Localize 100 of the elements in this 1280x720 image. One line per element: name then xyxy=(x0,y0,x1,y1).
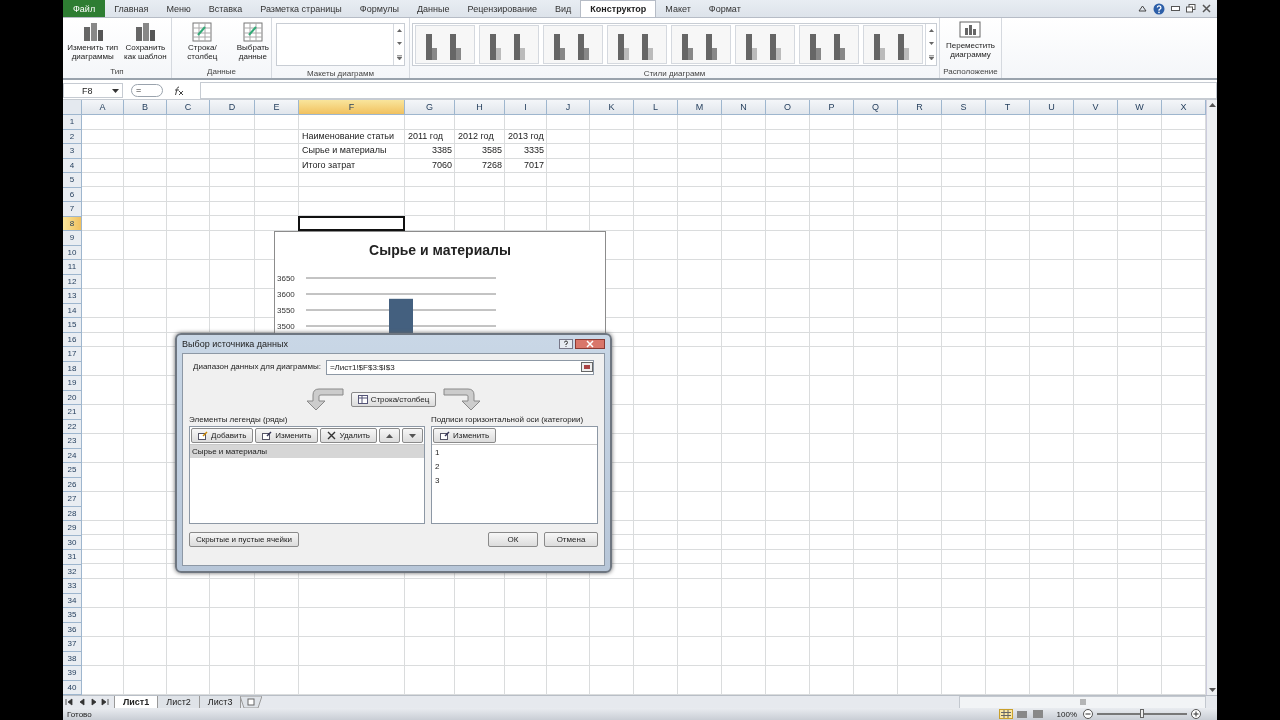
sheet-tab[interactable]: Лист1 xyxy=(114,695,159,709)
formula-input[interactable] xyxy=(200,82,1217,99)
chart-style-thumbnail[interactable] xyxy=(543,25,603,64)
row-header[interactable]: 5 xyxy=(63,173,82,188)
column-header[interactable]: B xyxy=(124,100,167,115)
column-header[interactable]: E xyxy=(255,100,299,115)
row-header[interactable]: 23 xyxy=(63,434,82,449)
column-header[interactable]: H xyxy=(455,100,505,115)
horizontal-scrollbar[interactable] xyxy=(959,695,1206,709)
ribbon-button[interactable]: Выбрать данные xyxy=(234,20,271,62)
scroll-up-icon[interactable] xyxy=(1208,103,1216,107)
row-header[interactable]: 7 xyxy=(63,202,82,217)
ribbon-tab[interactable]: Конструктор xyxy=(580,0,657,17)
ribbon-tab[interactable]: Меню xyxy=(157,0,200,17)
column-header[interactable]: C xyxy=(167,100,210,115)
ok-button[interactable]: ОК xyxy=(488,532,538,547)
category-item[interactable]: 2 xyxy=(432,459,597,473)
row-header[interactable]: 17 xyxy=(63,347,82,362)
row-header[interactable]: 39 xyxy=(63,666,82,681)
collapse-dialog-icon[interactable] xyxy=(581,362,593,372)
row-header[interactable]: 29 xyxy=(63,521,82,536)
ribbon-tab[interactable]: Рецензирование xyxy=(458,0,547,17)
row-header[interactable]: 35 xyxy=(63,608,82,623)
column-header[interactable]: M xyxy=(678,100,722,115)
column-header[interactable]: I xyxy=(505,100,547,115)
column-header[interactable]: X xyxy=(1162,100,1206,115)
ribbon-tab[interactable]: Макет xyxy=(656,0,700,17)
category-item[interactable]: 1 xyxy=(432,445,597,459)
legend-item[interactable]: Сырье и материалы xyxy=(190,445,424,458)
chart-style-thumbnail[interactable] xyxy=(735,25,795,64)
row-header[interactable]: 33 xyxy=(63,579,82,594)
chart-style-thumbnail[interactable] xyxy=(479,25,539,64)
function-icon[interactable] xyxy=(173,85,184,96)
more-icon[interactable] xyxy=(396,55,402,60)
scroll-down-icon[interactable] xyxy=(928,42,934,45)
sheet-tab[interactable]: Лист2 xyxy=(157,695,200,709)
column-header[interactable]: D xyxy=(210,100,255,115)
column-header[interactable]: T xyxy=(986,100,1030,115)
list-action-button[interactable]: Удалить xyxy=(320,428,377,443)
zoom-in-icon[interactable] xyxy=(1191,709,1201,719)
chart-style-thumbnail[interactable] xyxy=(607,25,667,64)
column-header[interactable]: O xyxy=(766,100,810,115)
column-header[interactable]: N xyxy=(722,100,766,115)
column-header[interactable]: J xyxy=(547,100,590,115)
scroll-up-icon[interactable] xyxy=(928,29,934,32)
ribbon-tab[interactable]: Формулы xyxy=(350,0,408,17)
dropdown-icon[interactable] xyxy=(112,88,119,93)
minimize-icon[interactable] xyxy=(1171,6,1180,11)
range-field[interactable]: =Лист1!$F$3:$I$3 xyxy=(325,360,594,375)
minimize-ribbon-icon[interactable] xyxy=(1138,5,1147,12)
row-header[interactable]: 37 xyxy=(63,637,82,652)
list-action-button[interactable]: Добавить xyxy=(191,428,254,443)
switch-row-column-button[interactable]: Строка/столбец xyxy=(350,391,437,407)
column-header[interactable]: K xyxy=(590,100,634,115)
scroll-up-icon[interactable] xyxy=(396,29,402,32)
chart-style-thumbnail[interactable] xyxy=(863,25,923,64)
hidden-cells-button[interactable]: Скрытые и пустые ячейки xyxy=(189,532,299,547)
ribbon-tab[interactable]: Файл xyxy=(63,0,106,17)
row-header[interactable]: 21 xyxy=(63,405,82,420)
zoom-level[interactable]: 100% xyxy=(1056,709,1077,719)
scroll-down-icon[interactable] xyxy=(1208,688,1216,692)
row-header[interactable]: 11 xyxy=(63,260,82,275)
column-header[interactable]: F xyxy=(299,100,405,115)
column-header[interactable]: Q xyxy=(854,100,898,115)
help-icon[interactable] xyxy=(1153,2,1165,15)
chart-style-thumbnail[interactable] xyxy=(415,25,475,64)
chart-style-thumbnail[interactable] xyxy=(799,25,859,64)
category-item[interactable]: 3 xyxy=(432,473,597,487)
column-header[interactable]: L xyxy=(634,100,678,115)
zoom-slider-thumb[interactable] xyxy=(1140,709,1144,718)
vertical-scrollbar[interactable] xyxy=(1206,100,1217,695)
column-header[interactable]: W xyxy=(1118,100,1162,115)
name-box[interactable]: F8 xyxy=(63,83,123,98)
column-header[interactable]: U xyxy=(1030,100,1074,115)
ribbon-button[interactable]: Строка/столбец xyxy=(172,20,233,62)
row-header[interactable]: 9 xyxy=(63,231,82,246)
sheet-navigation-icon[interactable] xyxy=(65,698,109,706)
close-icon[interactable] xyxy=(575,339,605,349)
ribbon-tab[interactable]: Вид xyxy=(546,0,581,17)
ribbon-tab[interactable]: Вставка xyxy=(199,0,252,17)
ribbon-tab[interactable]: Разметка страницы xyxy=(251,0,351,17)
row-header[interactable]: 3 xyxy=(63,144,82,159)
new-sheet-icon[interactable] xyxy=(240,696,263,708)
ribbon-button[interactable]: Сохранить как шаблон xyxy=(122,20,169,62)
close-icon[interactable] xyxy=(1202,4,1211,13)
column-header[interactable]: S xyxy=(942,100,986,115)
row-header[interactable]: 27 xyxy=(63,492,82,507)
style-gallery[interactable] xyxy=(412,23,937,66)
column-header[interactable]: R xyxy=(898,100,942,115)
gallery-scroll[interactable] xyxy=(393,24,404,65)
row-header[interactable]: 1 xyxy=(63,115,82,130)
column-header[interactable]: V xyxy=(1074,100,1118,115)
column-header[interactable]: P xyxy=(810,100,854,115)
edit-button[interactable]: Изменить xyxy=(433,428,497,443)
ribbon-tab[interactable]: Данные xyxy=(408,0,459,17)
zoom-out-icon[interactable] xyxy=(1083,709,1093,719)
cancel-button[interactable]: Отмена xyxy=(544,532,598,547)
chart-style-thumbnail[interactable] xyxy=(671,25,731,64)
list-action-button[interactable]: Изменить xyxy=(255,428,319,443)
more-icon[interactable] xyxy=(928,55,934,60)
